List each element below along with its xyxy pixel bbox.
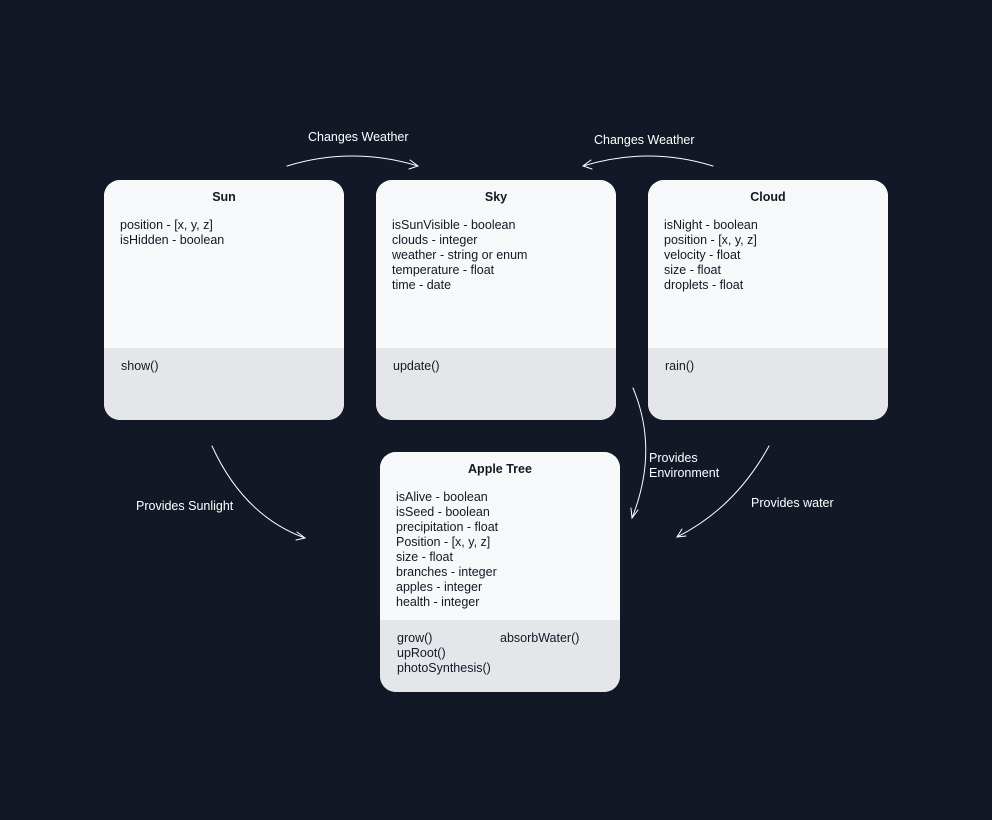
class-attributes-section: Apple Tree isAlive - boolean isSeed - bo… [380, 452, 620, 620]
attribute: isSeed - boolean [396, 505, 490, 519]
attribute: branches - integer [396, 565, 497, 579]
attribute: position - [x, y, z] [664, 233, 757, 247]
method: photoSynthesis() [397, 661, 491, 675]
class-title: Apple Tree [468, 462, 532, 476]
class-card-cloud[interactable]: Cloud isNight - boolean position - [x, y… [648, 180, 888, 420]
attribute: size - float [396, 550, 453, 564]
arrow-cloud-to-sky-head [581, 159, 593, 170]
attribute: size - float [664, 263, 721, 277]
relation-label-sun-tree: Provides Sunlight [136, 499, 234, 513]
method-list: update() [393, 359, 440, 374]
arrow-sun-to-tree [211, 445, 306, 539]
method-list: rain() [665, 359, 694, 374]
arrow-sun-to-tree-head [295, 531, 307, 541]
relation-label-cloud-sky: Changes Weather [594, 133, 695, 147]
method-list: show() [121, 359, 159, 374]
class-title: Sky [484, 190, 508, 204]
relation-label-sky-tree-line1: Provides [649, 451, 698, 465]
attribute-list: position - [x, y, z] isHidden - boolean [120, 218, 224, 248]
method: update() [393, 359, 440, 373]
arrow-cloud-to-tree-head [676, 528, 687, 538]
relation-label-sky-tree-line2: Environment [649, 466, 720, 480]
class-card-apple-tree[interactable]: Apple Tree isAlive - boolean isSeed - bo… [380, 452, 620, 692]
attribute: health - integer [396, 595, 480, 609]
class-attributes-section: Sun position - [x, y, z] isHidden - bool… [104, 180, 344, 348]
arrow-cloud-to-sky [582, 155, 714, 167]
method: absorbWater() [500, 631, 580, 645]
attribute: isHidden - boolean [120, 233, 225, 247]
class-card-sun[interactable]: Sun position - [x, y, z] isHidden - bool… [104, 180, 344, 420]
attribute: droplets - float [664, 278, 744, 292]
method: grow() [397, 631, 433, 645]
attribute: isSunVisible - boolean [392, 218, 516, 232]
class-attributes-section: Cloud isNight - boolean position - [x, y… [648, 180, 888, 348]
relation-label-cloud-tree: Provides water [751, 496, 834, 510]
arrow-sun-to-sky-head [408, 159, 420, 170]
attribute: apples - integer [396, 580, 483, 594]
attribute: isAlive - boolean [396, 490, 488, 504]
attribute-list: isNight - boolean position - [x, y, z] v… [664, 218, 758, 293]
attribute: isNight - boolean [664, 218, 758, 232]
attribute: precipitation - float [396, 520, 499, 534]
method: rain() [665, 359, 695, 373]
attribute-list: isAlive - boolean isSeed - boolean preci… [396, 490, 498, 610]
relation-label-sun-sky: Changes Weather [308, 130, 409, 144]
method-list: grow() upRoot() photoSynthesis() [397, 631, 491, 676]
arrow-sky-to-tree-head [630, 507, 639, 520]
attribute: time - date [392, 278, 452, 292]
attribute: Position - [x, y, z] [396, 535, 491, 549]
class-card-sky[interactable]: Sky isSunVisible - boolean clouds - inte… [376, 180, 616, 420]
class-methods-section: show() [104, 348, 344, 420]
class-title: Cloud [750, 190, 786, 204]
class-methods-section: grow() upRoot() photoSynthesis() absorbW… [380, 620, 620, 692]
attribute: temperature - float [392, 263, 495, 277]
class-attributes-section: Sky isSunVisible - boolean clouds - inte… [376, 180, 616, 348]
arrow-sun-to-sky [286, 155, 419, 167]
attribute: velocity - float [664, 248, 741, 262]
class-title: Sun [212, 190, 236, 204]
uml-diagram-canvas: Changes Weather Changes Weather Provides… [0, 0, 992, 820]
arrow-sky-to-tree [631, 387, 647, 519]
method: show() [121, 359, 159, 373]
class-methods-section: update() [376, 348, 616, 420]
attribute: clouds - integer [392, 233, 478, 247]
attribute: weather - string or enum [392, 248, 528, 262]
attribute-list: isSunVisible - boolean clouds - integer … [392, 218, 527, 293]
attribute: position - [x, y, z] [120, 218, 213, 232]
class-methods-section: rain() [648, 348, 888, 420]
method: upRoot() [397, 646, 446, 660]
